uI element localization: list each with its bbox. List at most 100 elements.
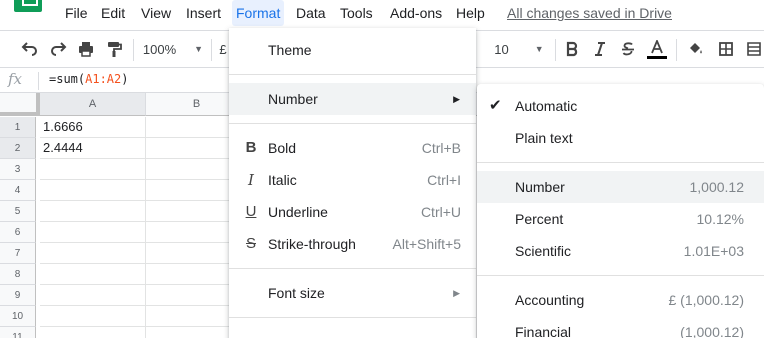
menu-insert[interactable]: Insert [182,0,225,26]
cell-a3[interactable] [40,159,146,180]
undo-button[interactable] [18,31,42,67]
submenu-item-accounting[interactable]: Accounting £ (1,000.12) [477,284,764,316]
menu-help[interactable]: Help [452,0,489,26]
cell-a5[interactable] [40,201,146,222]
submenu-item-financial[interactable]: Financial (1,000.12) [477,316,764,338]
undo-icon [21,42,37,56]
bold-icon: B [245,139,257,156]
formula-suffix: ) [121,72,129,86]
menu-item-bold[interactable]: B Bold Ctrl+B [229,132,476,164]
cell-a8[interactable] [40,264,146,285]
submenu-item-example: £ (1,000.12) [668,292,745,308]
redo-icon [51,42,67,56]
italic-button[interactable] [589,31,611,67]
row-header[interactable]: 1 [0,117,36,138]
menu-item-label: Font size [268,285,325,301]
cell-a10[interactable] [40,306,146,327]
submenu-item-scientific[interactable]: Scientific 1.01E+03 [477,235,764,267]
fill-color-button[interactable] [685,31,707,67]
borders-button[interactable] [715,31,737,67]
submenu-item-example: 1,000.12 [689,179,745,195]
select-all-corner[interactable] [0,93,40,116]
toolbar-divider [211,39,212,61]
row-header[interactable]: 5 [0,201,36,222]
menu-item-label: Italic [268,172,297,188]
borders-icon [719,42,733,56]
row-header[interactable]: 7 [0,243,36,264]
menu-addons[interactable]: Add-ons [386,0,446,26]
submenu-item-example: 1.01E+03 [683,243,744,259]
submenu-item-label: Plain text [515,130,573,146]
toolbar-divider [555,39,556,61]
row-header[interactable]: 6 [0,222,36,243]
print-button[interactable] [74,31,98,67]
menu-edit[interactable]: Edit [97,0,129,26]
bold-icon [566,41,578,57]
submenu-item-percent[interactable]: Percent 10.12% [477,203,764,235]
menu-item-italic[interactable]: I Italic Ctrl+I [229,164,476,196]
submenu-item-example: (1,000.12) [680,324,744,338]
submenu-item-plain-text[interactable]: Plain text [477,122,764,154]
merge-cells-button[interactable] [743,31,764,67]
submenu-item-example: 10.12% [696,211,744,227]
text-color-button[interactable] [645,31,669,67]
format-menu: Theme Number ▶ B Bold Ctrl+B I Italic Ct… [229,28,476,338]
menu-item-underline[interactable]: U Underline Ctrl+U [229,196,476,228]
underline-icon: U [245,203,257,220]
save-status-link[interactable]: All changes saved in Drive [507,0,672,26]
submenu-item-label: Percent [515,211,564,227]
menu-item-theme[interactable]: Theme [229,34,476,66]
menu-view[interactable]: View [137,0,175,26]
row-header[interactable]: 3 [0,159,36,180]
row-header[interactable]: 11 [0,327,36,338]
menu-divider [229,317,476,318]
menu-divider [229,123,476,124]
menu-divider [477,275,764,276]
menu-item-shortcut: Ctrl+B [421,140,461,156]
submenu-arrow-icon: ▶ [453,288,460,298]
menu-data[interactable]: Data [292,0,330,26]
row-header[interactable]: 9 [0,285,36,306]
formula-input[interactable]: =sum(A1:A2) [49,72,128,86]
menu-item-font-size[interactable]: Font size ▶ [229,277,476,309]
menu-item-number[interactable]: Number ▶ [229,83,476,115]
checkmark-icon: ✔ [489,97,502,114]
cell-a1[interactable]: 1.6666 [40,117,146,138]
print-icon [79,42,93,57]
text-color-swatch [647,55,667,59]
cell-a2[interactable]: 2.4444 [40,138,146,159]
sheets-logo-icon[interactable] [14,0,42,12]
bold-button[interactable] [561,31,583,67]
cell-a11[interactable] [40,327,146,338]
cell-a6[interactable] [40,222,146,243]
strikethrough-icon: S [245,235,256,252]
cell-a9[interactable] [40,285,146,306]
cell-a7[interactable] [40,243,146,264]
merge-cells-icon [747,42,761,56]
menu-file[interactable]: File [61,0,92,26]
cell-a4[interactable] [40,180,146,201]
menu-bar: File Edit View Insert Format Data Tools … [0,0,764,28]
paint-format-button[interactable] [102,31,126,67]
menu-item-strikethrough[interactable]: S Strike-through Alt+Shift+5 [229,228,476,260]
submenu-item-number[interactable]: Number 1,000.12 [477,171,764,203]
menu-item-label: Underline [268,204,328,220]
menu-item-shortcut: Ctrl+I [427,172,461,188]
font-size-select[interactable]: 10 ▼ [488,31,550,67]
menu-tools[interactable]: Tools [336,0,377,26]
currency-symbol: £ [219,41,227,57]
row-header[interactable]: 10 [0,306,36,327]
redo-button[interactable] [46,31,70,67]
italic-icon: I [248,171,254,189]
row-header[interactable]: 4 [0,180,36,201]
submenu-item-label: Accounting [515,292,585,308]
menu-format[interactable]: Format [232,0,285,26]
submenu-item-label: Number [515,179,565,195]
column-header-a[interactable]: A [40,93,146,116]
strikethrough-button[interactable] [617,31,639,67]
row-header[interactable]: 8 [0,264,36,285]
submenu-arrow-icon: ▶ [453,94,460,104]
zoom-select[interactable]: 100% ▼ [142,31,204,67]
submenu-item-automatic[interactable]: ✔ Automatic [477,90,764,122]
row-header[interactable]: 2 [0,138,36,159]
